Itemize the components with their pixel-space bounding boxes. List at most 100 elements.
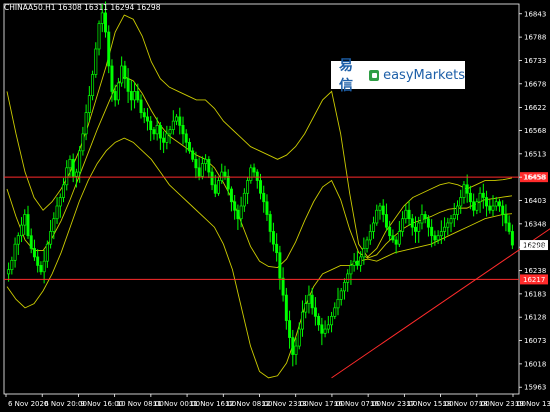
candle-body: [171, 120, 175, 130]
y-tick-label: 16458: [524, 174, 546, 182]
candle-body: [262, 192, 266, 203]
candle-body: [175, 116, 179, 122]
candle-body: [478, 192, 482, 203]
candle-body: [339, 290, 343, 300]
candle-body: [162, 137, 166, 143]
candle-body: [368, 231, 372, 241]
candle-body: [29, 235, 33, 249]
candle-body: [452, 214, 456, 220]
candle-body: [145, 116, 149, 122]
candle-body: [181, 125, 185, 135]
candle-body: [13, 243, 17, 261]
candle-body: [485, 197, 489, 207]
candle-body: [501, 205, 505, 215]
candle-body: [307, 294, 311, 304]
candle-body: [433, 235, 437, 241]
candle-body: [313, 307, 317, 317]
candle-body: [165, 133, 169, 143]
candle-body: [349, 265, 353, 275]
candle-body: [65, 167, 69, 186]
candle-body: [278, 252, 282, 279]
candle-body: [149, 120, 153, 130]
candle-body: [155, 125, 159, 135]
candle-body: [97, 23, 101, 50]
candle-body: [94, 48, 98, 75]
candle-body: [414, 226, 417, 232]
candle-body: [129, 91, 133, 101]
y-tick-label: 16238: [524, 267, 546, 275]
candle-body: [229, 188, 233, 203]
candle-body: [259, 180, 262, 194]
candle-body: [136, 91, 140, 101]
level-label: 16217: [523, 276, 545, 284]
candle-body: [426, 218, 430, 228]
candle-body: [326, 324, 330, 330]
candle-body: [436, 235, 440, 241]
price-chart[interactable]: 164581621716298 168431678816733166781662…: [0, 0, 550, 412]
candle-body: [110, 65, 114, 92]
candle-body: [504, 214, 508, 224]
candle-body: [330, 315, 334, 326]
candle-body: [468, 192, 472, 203]
easymarkets-logo-icon: [368, 69, 380, 81]
candle-body: [288, 320, 292, 338]
candle-body: [359, 256, 363, 266]
y-tick-label: 16678: [524, 80, 546, 88]
candle-body: [417, 222, 421, 232]
candle-body: [465, 184, 469, 194]
candle-body: [187, 141, 191, 152]
candle-body: [472, 201, 476, 211]
candle-body: [113, 91, 117, 101]
candle-body: [152, 129, 156, 135]
candle-body: [443, 226, 447, 232]
candle-body: [255, 171, 259, 181]
lower-band-line: [6, 137, 513, 379]
candle-body: [481, 192, 485, 198]
y-tick-label: 16788: [524, 34, 546, 42]
y-tick-label: 16183: [524, 290, 546, 298]
candle-body: [207, 158, 211, 173]
candle-body: [7, 269, 11, 275]
candle-body: [242, 192, 246, 207]
candle-body: [265, 201, 269, 215]
candle-body: [381, 205, 385, 215]
candle-body: [510, 231, 514, 246]
candle-body: [439, 231, 443, 237]
candle-body: [226, 175, 230, 190]
candle-body: [394, 239, 398, 245]
candle-body: [49, 231, 53, 245]
candle-body: [23, 214, 27, 226]
candle-body: [391, 235, 395, 241]
symbol-header: CHINAA50.H1 16308 16311 16294 16298: [4, 3, 161, 12]
candle-body: [281, 277, 285, 296]
candle-body: [456, 205, 459, 215]
broker-logo: 易信 easyMarkets: [331, 58, 465, 94]
candle-body: [401, 218, 405, 232]
candle-body: [36, 256, 40, 266]
candle-body: [158, 125, 162, 139]
candle-body: [26, 214, 30, 237]
candle-body: [133, 91, 137, 101]
y-tick-label: 16568: [524, 127, 546, 135]
y-tick-label: 16513: [524, 150, 546, 158]
candle-body: [236, 209, 240, 220]
candle-body: [497, 201, 501, 207]
candle-body: [217, 180, 220, 194]
candle-body: [449, 218, 453, 224]
candle-body: [139, 99, 143, 113]
candle-body: [194, 158, 198, 169]
candle-body: [200, 163, 204, 177]
candle-body: [42, 260, 46, 273]
candle-body: [375, 209, 379, 224]
candle-body: [291, 337, 295, 355]
candle-body: [310, 294, 314, 309]
candle-body: [220, 171, 224, 181]
candle-body: [372, 222, 376, 232]
candle-body: [104, 12, 107, 33]
candle-body: [58, 197, 62, 207]
candle-body: [204, 158, 208, 164]
candle-body: [71, 158, 75, 177]
candle-body: [475, 201, 479, 211]
candle-body: [355, 260, 359, 266]
y-tick-label: 16293: [524, 244, 546, 252]
